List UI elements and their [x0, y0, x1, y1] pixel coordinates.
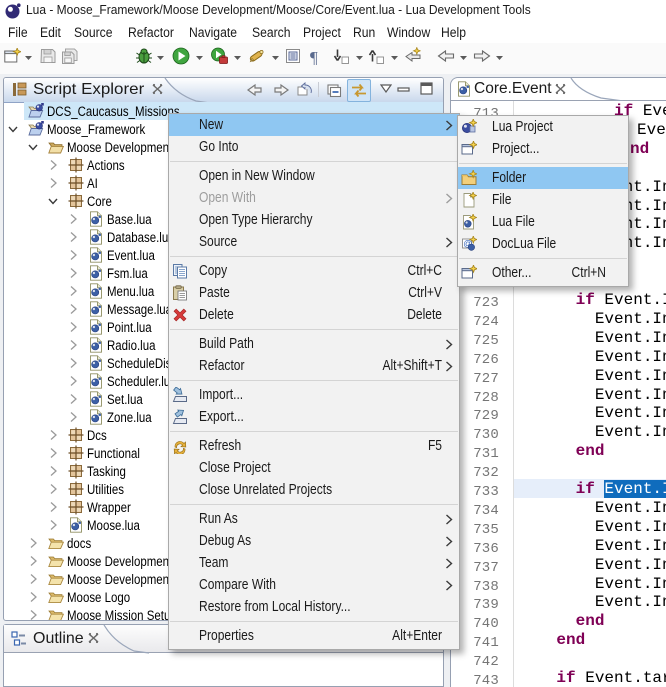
svg-text:¶: ¶	[310, 48, 318, 65]
